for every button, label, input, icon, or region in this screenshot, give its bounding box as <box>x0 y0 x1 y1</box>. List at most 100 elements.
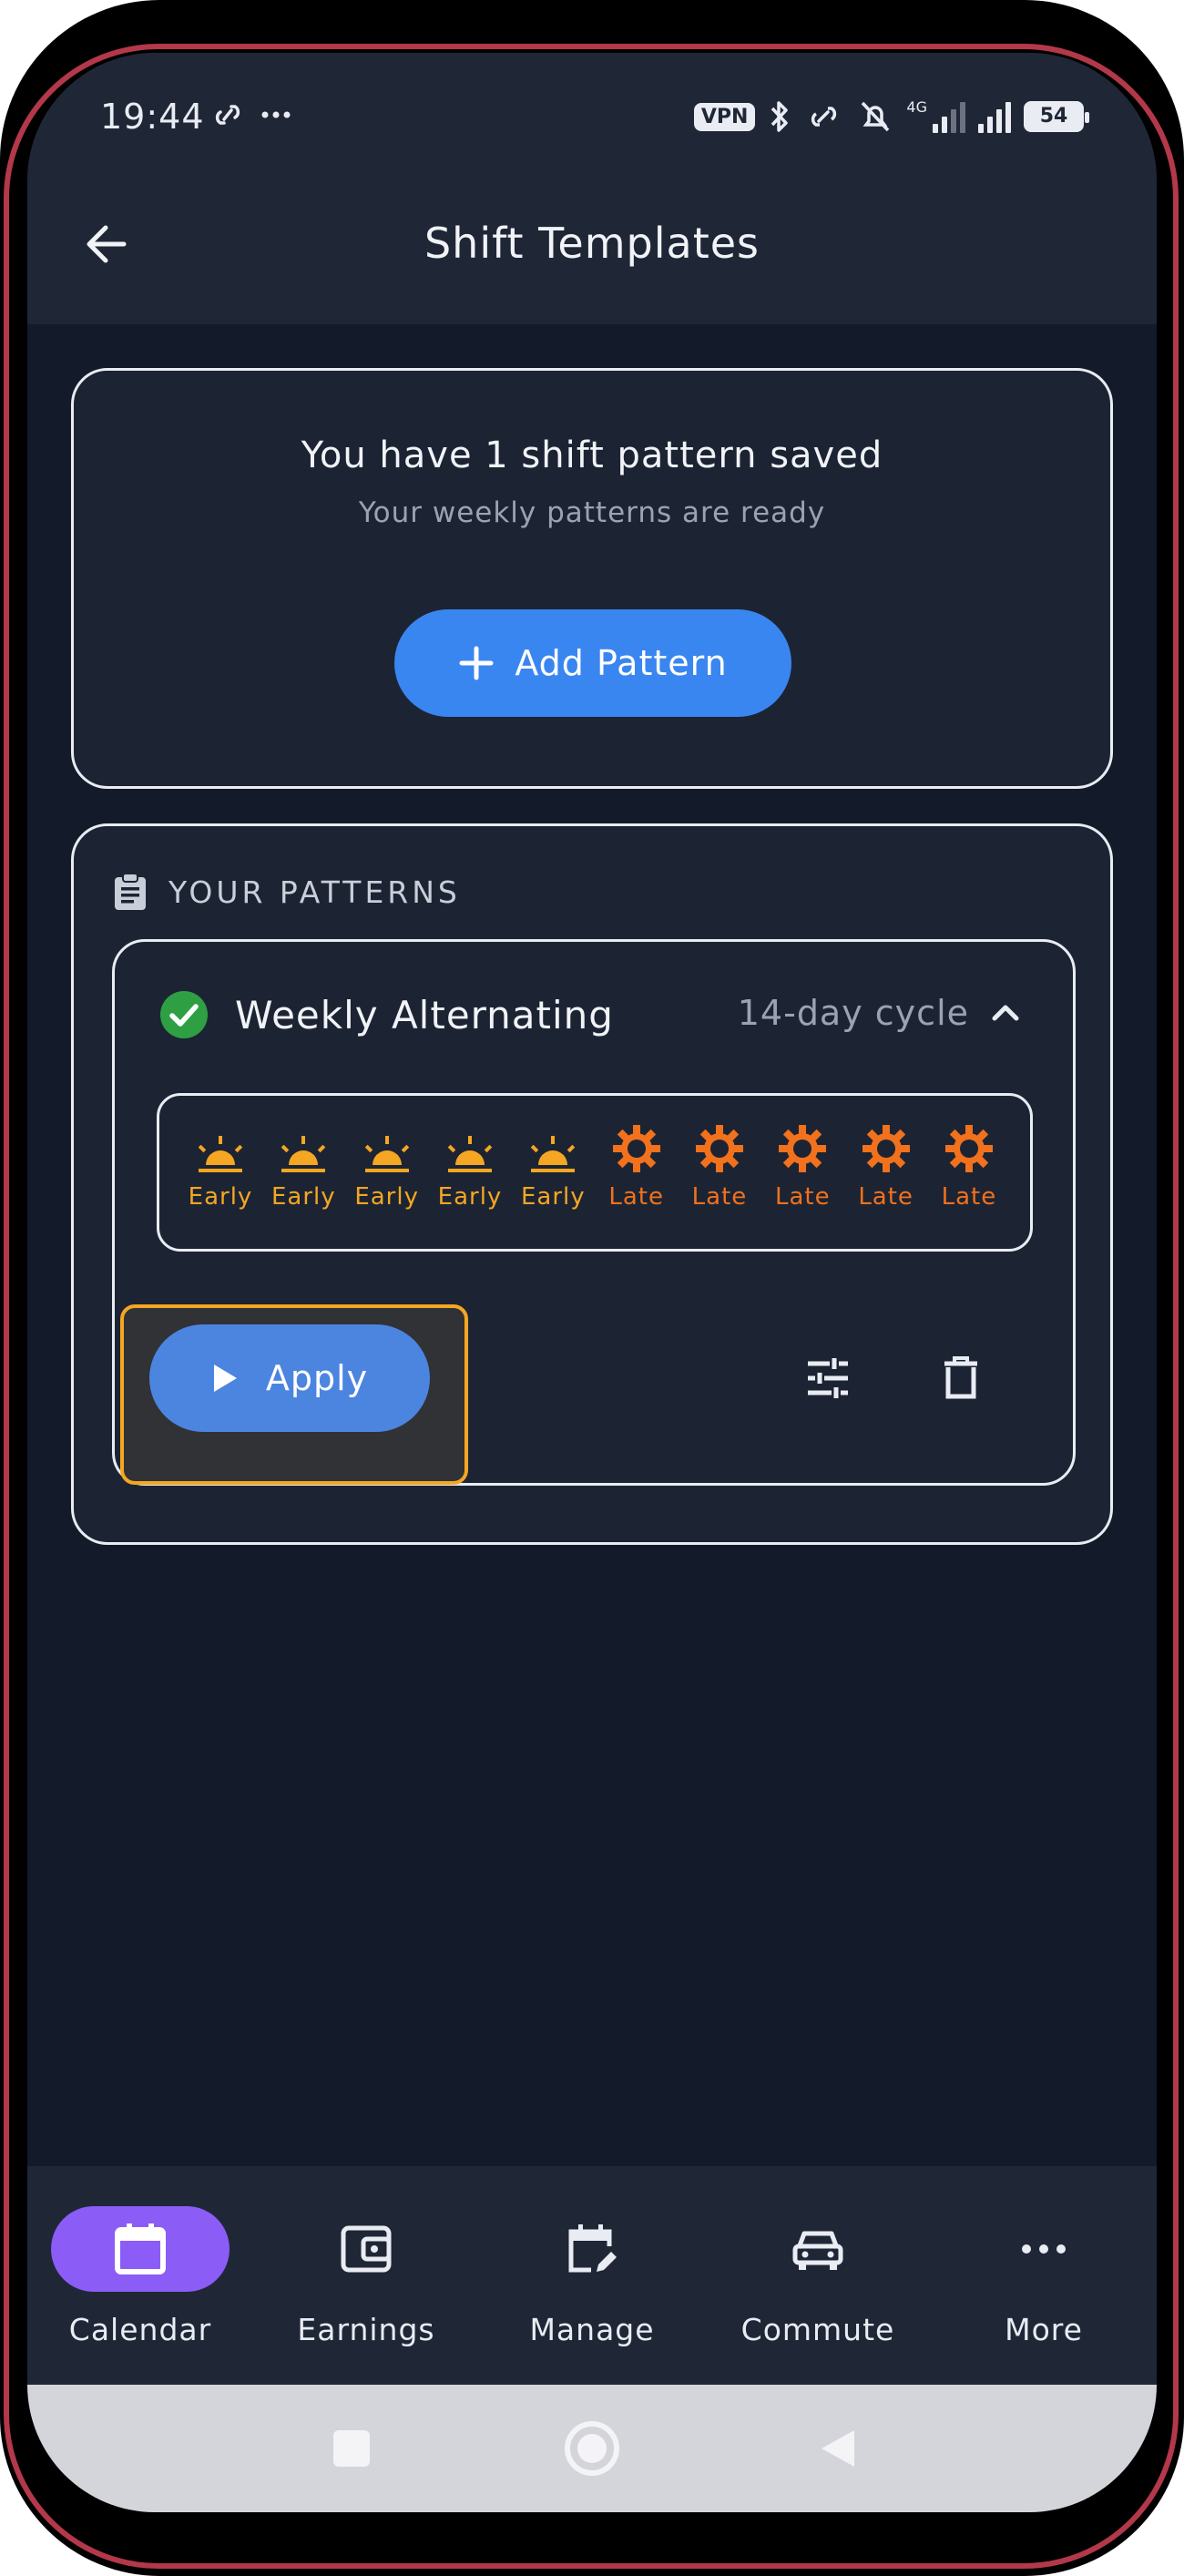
bottom-navigation: Calendar Earnings Manage Commute More <box>27 2166 1157 2385</box>
day-chip: Late <box>596 1123 678 1249</box>
network-type: 4G <box>906 98 927 116</box>
summary-subtitle: Your weekly patterns are ready <box>358 496 826 529</box>
sunrise-icon <box>447 1136 493 1172</box>
back-nav-button[interactable] <box>801 2412 874 2485</box>
vpn-badge: VPN <box>693 102 756 131</box>
patterns-card: YOUR PATTERNS Weekly Alternating 14-day … <box>71 823 1113 1545</box>
day-chip: Late <box>761 1123 843 1249</box>
recents-button[interactable] <box>315 2412 388 2485</box>
link-icon <box>215 104 240 125</box>
day-chip: Late <box>845 1123 927 1249</box>
status-right-icons: VPN 4G 54 <box>693 98 1089 135</box>
day-label: Late <box>608 1183 664 1211</box>
link-status-icon <box>811 107 837 127</box>
signal-strength-icon-2 <box>978 100 1011 133</box>
apply-label: Apply <box>265 1358 369 1398</box>
chevron-up-icon <box>992 1005 1019 1021</box>
page-title: Shift Templates <box>424 219 760 268</box>
plus-icon <box>459 646 494 680</box>
day-chip: Early <box>429 1123 511 1249</box>
add-pattern-button[interactable]: Add Pattern <box>394 609 791 717</box>
calendar-edit-icon <box>568 2224 617 2273</box>
play-icon <box>213 1365 237 1392</box>
nav-pill <box>729 2206 907 2292</box>
wallet-icon <box>341 2225 392 2273</box>
add-pattern-label: Add Pattern <box>515 643 728 683</box>
day-label: Late <box>774 1183 831 1211</box>
nav-item-calendar[interactable]: Calendar <box>31 2166 250 2385</box>
sunrise-icon <box>198 1136 243 1172</box>
nav-label: Calendar <box>68 2312 212 2347</box>
day-chip: Early <box>179 1123 261 1249</box>
section-header: YOUR PATTERNS <box>112 872 461 912</box>
more-dots-icon <box>261 111 291 118</box>
sun-icon <box>779 1125 827 1172</box>
notifications-off-icon <box>862 101 890 132</box>
status-bar: 19:44 VPN 4G 54 <box>27 53 1157 171</box>
sunrise-icon <box>281 1136 326 1172</box>
check-circle-icon <box>160 991 208 1038</box>
days-strip: Early Early Early Early Early Late Late Late Lat… <box>157 1093 1033 1252</box>
day-chip: Late <box>928 1123 1010 1249</box>
day-label: Early <box>354 1183 419 1211</box>
clipboard-icon <box>115 873 146 910</box>
bluetooth-icon <box>771 101 789 132</box>
car-icon <box>792 2231 843 2270</box>
day-label: Late <box>858 1183 914 1211</box>
phone-frame: 19:44 VPN 4G 54 Shift Templates You have… <box>0 0 1184 2576</box>
nav-label: Manage <box>529 2312 655 2347</box>
nav-item-earnings[interactable]: Earnings <box>257 2166 475 2385</box>
calendar-icon <box>115 2223 166 2274</box>
pattern-cycle[interactable]: 14-day cycle <box>738 993 1022 1033</box>
nav-label: More <box>1005 2312 1083 2347</box>
sunrise-icon <box>364 1136 409 1172</box>
day-chip: Late <box>679 1123 760 1249</box>
nav-pill <box>503 2206 681 2292</box>
trash-icon <box>944 1356 977 1399</box>
day-chip: Early <box>346 1123 428 1249</box>
day-label: Late <box>691 1183 748 1211</box>
edit-pattern-button[interactable] <box>787 1337 869 1419</box>
nav-pill <box>954 2206 1133 2292</box>
screen: 19:44 VPN 4G 54 Shift Templates You have… <box>27 53 1157 2512</box>
sun-icon <box>612 1125 660 1172</box>
pattern-header: Weekly Alternating <box>158 989 614 1040</box>
sun-icon <box>695 1125 743 1172</box>
nav-pill <box>277 2206 455 2292</box>
nav-pill <box>51 2206 230 2292</box>
triangle-back-icon <box>822 2430 854 2467</box>
app-bar: Shift Templates <box>27 171 1157 324</box>
day-label: Early <box>437 1183 503 1211</box>
sun-icon <box>862 1125 910 1172</box>
nav-item-commute[interactable]: Commute <box>709 2166 927 2385</box>
nav-label: Commute <box>740 2312 895 2347</box>
home-button[interactable] <box>556 2412 628 2485</box>
pattern-item[interactable]: Weekly Alternating 14-day cycle Early Ear… <box>112 939 1076 1486</box>
section-label: YOUR PATTERNS <box>168 874 461 910</box>
day-label: Late <box>941 1183 997 1211</box>
circle-icon <box>565 2421 619 2476</box>
summary-title: You have 1 shift pattern saved <box>301 434 883 476</box>
tune-icon <box>808 1358 848 1398</box>
sunrise-icon <box>531 1136 576 1172</box>
cycle-label: 14-day cycle <box>737 993 969 1033</box>
day-chip: Early <box>512 1123 594 1249</box>
delete-pattern-button[interactable] <box>920 1337 1002 1419</box>
sun-icon <box>944 1125 993 1172</box>
system-navigation-bar <box>27 2385 1157 2512</box>
status-notification-icons <box>208 95 294 131</box>
square-icon <box>333 2430 370 2467</box>
status-time: 19:44 <box>100 97 205 137</box>
pattern-name: Weekly Alternating <box>235 992 614 1038</box>
day-label: Early <box>520 1183 586 1211</box>
apply-button[interactable]: Apply <box>149 1324 430 1432</box>
nav-item-more[interactable]: More <box>934 2166 1153 2385</box>
day-label: Early <box>188 1183 253 1211</box>
more-horizontal-icon <box>1022 2244 1066 2254</box>
nav-label: Earnings <box>297 2312 435 2347</box>
day-chip: Early <box>262 1123 344 1249</box>
battery-icon: 54 <box>1024 101 1089 132</box>
nav-item-manage[interactable]: Manage <box>483 2166 701 2385</box>
day-label: Early <box>270 1183 336 1211</box>
signal-strength-icon <box>933 100 965 133</box>
